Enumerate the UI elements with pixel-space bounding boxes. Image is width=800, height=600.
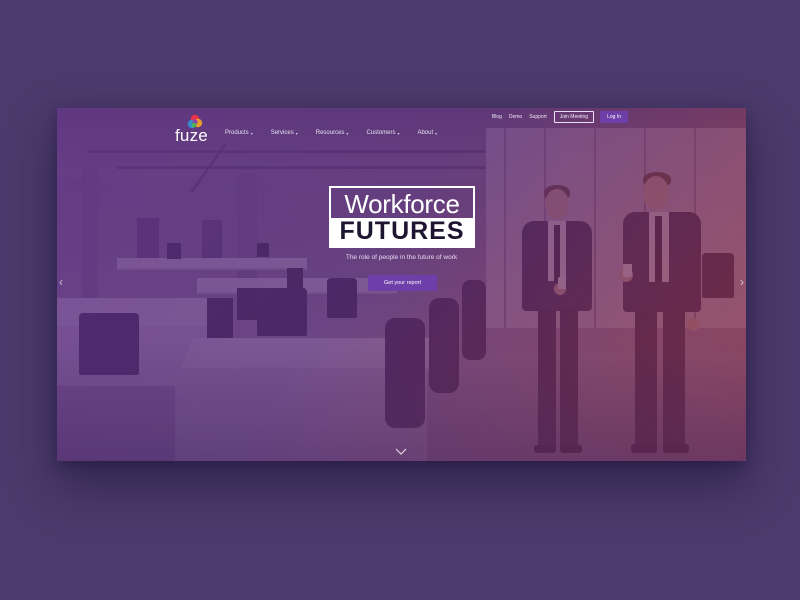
hero-bottom-shade — [57, 341, 746, 461]
nav-item-label: Customers — [366, 130, 396, 136]
hero-title-box: Workforce FUTURES — [329, 186, 475, 248]
chevron-left-icon[interactable]: ‹ — [59, 276, 63, 288]
chevron-down-icon: ▾ — [346, 130, 349, 136]
nav-item-label: Resources — [315, 130, 345, 136]
utility-nav: Blog Demo Support Join Meeting Log In — [492, 111, 628, 123]
nav-item-label: Services — [270, 130, 294, 136]
log-in-button[interactable]: Log In — [600, 111, 628, 123]
nav-item-customers[interactable]: Customers ▾ — [366, 130, 399, 136]
nav-item-products[interactable]: Products ▾ — [225, 130, 253, 136]
logo-text: fuze — [175, 126, 208, 145]
support-link[interactable]: Support — [529, 114, 547, 120]
chevron-down-icon: ▾ — [397, 130, 400, 136]
hero-subtitle: The role of people in the future of work — [345, 254, 458, 261]
get-your-report-button[interactable]: Get your report — [368, 275, 437, 291]
chevron-right-icon[interactable]: › — [740, 276, 744, 288]
chevron-down-icon: ▾ — [295, 130, 298, 136]
demo-link[interactable]: Demo — [509, 114, 522, 120]
chevron-down-icon: ▾ — [250, 130, 253, 136]
website-screenshot: fuze Products ▾ Services ▾ Resources ▾ C… — [57, 108, 746, 461]
nav-item-services[interactable]: Services ▾ — [271, 130, 298, 136]
scroll-down-chevron-icon[interactable] — [395, 448, 407, 458]
nav-item-about[interactable]: About ▾ — [417, 130, 437, 136]
fuze-logo[interactable]: fuze — [175, 114, 215, 145]
hero-title-line-2: FUTURES — [339, 217, 465, 245]
chevron-down-icon: ▾ — [435, 130, 438, 136]
chevron-down-icon — [395, 448, 407, 455]
hero-title-line-1: Workforce — [344, 189, 460, 219]
nav-item-resources[interactable]: Resources ▾ — [316, 130, 349, 136]
nav-item-label: About — [417, 130, 434, 136]
main-nav: Products ▾ Services ▾ Resources ▾ Custom… — [225, 130, 437, 136]
join-meeting-button[interactable]: Join Meeting — [553, 111, 595, 123]
blog-link[interactable]: Blog — [492, 114, 502, 120]
nav-item-label: Products — [225, 130, 249, 136]
